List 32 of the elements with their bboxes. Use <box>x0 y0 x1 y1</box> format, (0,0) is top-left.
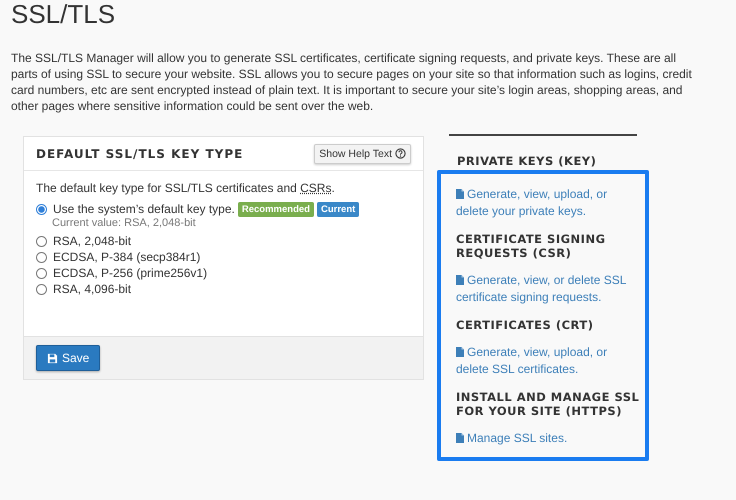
intro-paragraph: The SSL/TLS Manager will allow you to generate SSL certificates, certificate signing requests, and private keys. These are all parts of using SSL to secure your website. SSL allows you to secure pages on your site so that information such as logins, credit card numbers, etc are sent encrypted instead of plain text. It is important to secure your site’s login areas, shopping areas, and other pages where sensitive information could be sent over the web. <box>11 50 693 114</box>
document-icon <box>456 189 464 199</box>
card-title: DEFAULT SSL/TLS KEY TYPE <box>36 146 244 160</box>
radio-button[interactable] <box>36 268 47 278</box>
section-heading: CERTIFICATE SIGNING REQUESTS (CSR) <box>456 232 607 260</box>
section-link[interactable]: Generate, view, or delete SSL certificate signing requests. <box>456 272 636 306</box>
section-link[interactable]: Generate, view, upload, or delete your private keys. <box>456 186 636 220</box>
question-icon <box>395 148 406 159</box>
option-label[interactable]: Use the system’s default key type. <box>53 202 235 216</box>
section-heading: CERTIFICATES (CRT) <box>456 318 594 332</box>
option-label[interactable]: ECDSA, P-384 (secp384r1) <box>53 250 200 264</box>
description-text: The default key type for SSL/TLS certificates and CSRs. <box>36 181 336 195</box>
radio-button[interactable] <box>36 236 47 246</box>
help-button[interactable]: Show Help Text <box>314 144 411 164</box>
document-icon <box>456 275 464 285</box>
section-link[interactable]: Manage SSL sites. <box>456 430 636 447</box>
section-heading: INSTALL AND MANAGE SSL FOR YOUR SITE (HTTPS) <box>456 390 640 418</box>
document-icon <box>456 433 464 443</box>
radio-button[interactable] <box>36 252 47 262</box>
document-icon <box>456 347 464 357</box>
option-label[interactable]: RSA, 2,048-bit <box>53 234 132 248</box>
section-link[interactable]: Generate, view, upload, or delete SSL certificates. <box>456 344 636 378</box>
radio-button[interactable] <box>36 284 47 294</box>
save-button[interactable]: Save <box>36 345 100 371</box>
current-value-note: Current value: RSA, 2,048-bit <box>51 217 197 231</box>
page-title: SSL/TLS <box>11 0 116 28</box>
section-heading: PRIVATE KEYS (KEY) <box>457 154 598 168</box>
option-label[interactable]: ECDSA, P-256 (prime256v1) <box>53 266 208 280</box>
status-badge: Recommended <box>238 202 314 216</box>
status-badge: Current <box>316 202 360 216</box>
option-label[interactable]: RSA, 4,096-bit <box>53 282 132 296</box>
radio-button[interactable] <box>36 204 47 214</box>
